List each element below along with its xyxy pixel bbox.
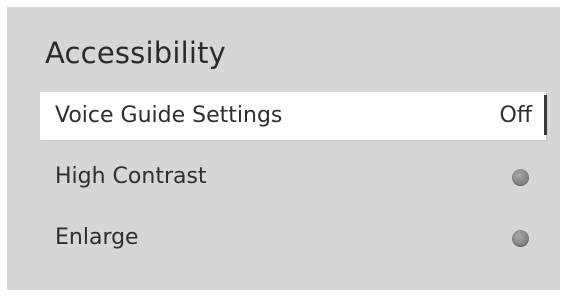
menu-item-enlarge[interactable]: Enlarge [40, 214, 546, 262]
toggle-off-icon[interactable] [512, 169, 529, 186]
accessibility-panel: Accessibility Voice Guide Settings Off H… [7, 7, 560, 290]
menu-item-label: High Contrast [55, 164, 207, 189]
panel-title: Accessibility [45, 36, 227, 70]
toggle-off-icon[interactable] [512, 230, 529, 247]
menu-item-label: Enlarge [55, 225, 139, 250]
accessibility-menu: Voice Guide Settings Off High Contrast E… [40, 92, 547, 275]
menu-item-value: Off [499, 103, 532, 128]
menu-item-high-contrast[interactable]: High Contrast [40, 153, 546, 201]
menu-item-label: Voice Guide Settings [55, 103, 283, 128]
menu-item-voice-guide-settings[interactable]: Voice Guide Settings Off [40, 92, 547, 140]
